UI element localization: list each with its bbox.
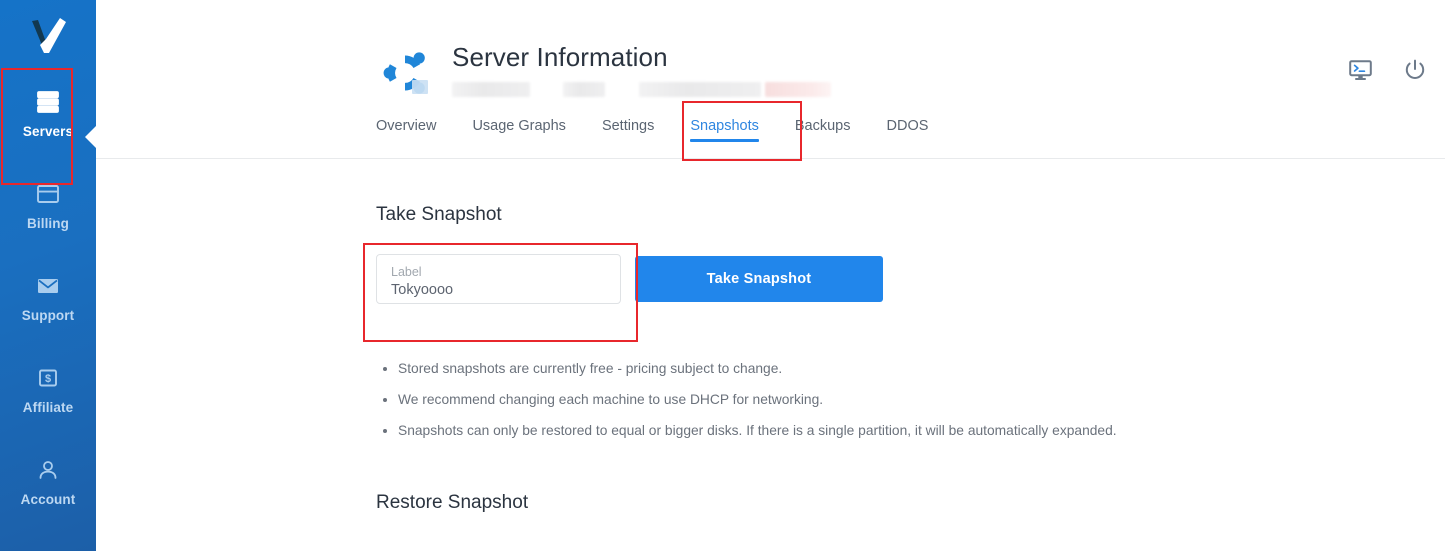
tab-ddos[interactable]: DDOS <box>869 112 947 148</box>
sidebar-item-servers[interactable]: Servers <box>0 68 96 160</box>
main-panel: Server Information Overview Usage Graphs… <box>96 0 1445 551</box>
page-header: Server Information <box>376 38 831 102</box>
take-snapshot-form: Label Tokyoooo Take Snapshot <box>376 254 1415 304</box>
sidebar-item-support[interactable]: Support <box>0 252 96 344</box>
sidebar-item-affiliate[interactable]: $ Affiliate <box>0 344 96 436</box>
sidebar-item-account[interactable]: Account <box>0 436 96 528</box>
redacted-block <box>639 81 761 97</box>
restore-snapshot-heading: Restore Snapshot <box>376 492 529 514</box>
redacted-server-details <box>452 80 831 98</box>
tab-snapshots[interactable]: Snapshots <box>672 112 777 148</box>
dollar-box-icon: $ <box>35 365 61 391</box>
tab-usage-graphs[interactable]: Usage Graphs <box>454 112 584 148</box>
page-title: Server Information <box>452 42 668 72</box>
list-item: We recommend changing each machine to us… <box>383 392 1415 407</box>
snapshot-notes-list: Stored snapshots are currently free - pr… <box>376 362 1415 437</box>
svg-text:$: $ <box>45 373 51 385</box>
console-monitor-icon[interactable] <box>1348 59 1373 81</box>
sidebar: Servers Billing Support $ Affiliate Acco… <box>0 0 96 551</box>
power-icon[interactable] <box>1403 58 1427 82</box>
servers-icon <box>35 89 61 115</box>
snapshot-label-input[interactable]: Label Tokyoooo <box>376 254 621 304</box>
app-root: Servers Billing Support $ Affiliate Acco… <box>0 0 1445 551</box>
sidebar-item-label: Account <box>20 492 76 508</box>
snapshot-label-caption: Label <box>391 264 422 279</box>
header-actions <box>1348 58 1427 82</box>
sidebar-item-label: Billing <box>27 216 69 232</box>
ubuntu-logo <box>376 44 434 102</box>
take-snapshot-heading: Take Snapshot <box>376 204 502 225</box>
sidebar-item-label: Servers <box>22 124 74 140</box>
take-snapshot-button[interactable]: Take Snapshot <box>635 256 883 302</box>
sidebar-item-label: Affiliate <box>22 400 74 416</box>
user-icon <box>35 457 61 483</box>
tab-backups[interactable]: Backups <box>777 112 869 148</box>
vultr-check-logo <box>25 12 71 56</box>
envelope-icon <box>35 273 61 299</box>
snapshots-panel: Take Snapshot Label Tokyoooo Take Snapsh… <box>376 205 1415 542</box>
tab-settings[interactable]: Settings <box>584 112 672 148</box>
list-item: Stored snapshots are currently free - pr… <box>383 362 1415 376</box>
redacted-block <box>765 81 831 97</box>
sidebar-item-billing[interactable]: Billing <box>0 160 96 252</box>
tab-overview[interactable]: Overview <box>376 112 454 148</box>
list-item: Snapshots can only be restored to equal … <box>383 423 1415 438</box>
tab-bar-divider <box>96 158 1445 159</box>
credit-card-icon <box>35 181 61 207</box>
redacted-block <box>452 81 530 97</box>
redacted-block <box>563 81 605 97</box>
sidebar-active-pointer <box>85 126 96 148</box>
sidebar-item-label: Support <box>21 308 75 324</box>
snapshot-label-value: Tokyoooo <box>391 281 454 298</box>
tab-bar: Overview Usage Graphs Settings Snapshots… <box>376 112 946 148</box>
brand-logo[interactable] <box>0 0 96 68</box>
